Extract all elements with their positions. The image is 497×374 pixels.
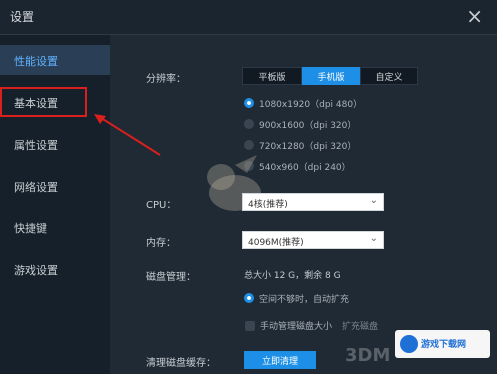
tab-tablet[interactable]: 平板版 <box>242 67 302 85</box>
sidebar-item-label: 网络设置 <box>14 181 58 194</box>
sidebar-item-label: 属性设置 <box>14 139 58 152</box>
clear-cache-button[interactable]: 立即清理 <box>244 351 316 369</box>
chevron-down-icon: ⌄ <box>369 233 378 244</box>
sidebar-item-performance[interactable]: 性能设置 <box>0 45 110 75</box>
chevron-down-icon: ⌄ <box>369 195 378 206</box>
memory-value: 4096M(推荐) <box>248 238 304 248</box>
sidebar-item-game[interactable]: 游戏设置 <box>0 254 110 284</box>
annotation-arrow-icon <box>94 114 161 156</box>
memory-select[interactable]: 4096M(推荐) ⌄ <box>242 231 384 249</box>
disk-summary: 总大小 12 G，剩余 8 G <box>244 271 341 281</box>
cpu-select[interactable]: 4核(推荐) ⌄ <box>242 193 384 211</box>
brand-text: 游戏下载网 <box>421 340 467 350</box>
sidebar-item-label: 快捷键 <box>14 222 47 235</box>
expand-disk-button[interactable]: 扩充磁盘 <box>342 319 378 332</box>
sidebar-item-network[interactable]: 网络设置 <box>0 171 110 201</box>
sidebar: 性能设置 基本设置 属性设置 网络设置 快捷键 游戏设置 <box>0 35 110 374</box>
disk-manual-checkbox[interactable] <box>245 321 255 331</box>
tab-phone[interactable]: 手机版 <box>302 67 360 85</box>
window-title: 设置 <box>10 10 35 24</box>
radio-icon <box>244 119 254 129</box>
memory-label: 内存： <box>146 238 176 249</box>
sidebar-item-basic[interactable]: 基本设置 <box>0 87 87 117</box>
cache-label: 清理磁盘缓存： <box>146 358 216 369</box>
sidebar-item-hotkeys[interactable]: 快捷键 <box>0 212 110 242</box>
close-icon[interactable]: × <box>466 4 483 28</box>
sidebar-item-label: 游戏设置 <box>14 264 58 277</box>
brand-watermark: 游戏下载网 <box>395 330 490 358</box>
resolution-label: 分辨率： <box>146 74 186 85</box>
tab-custom[interactable]: 自定义 <box>360 67 418 85</box>
brand-logo-icon <box>400 335 418 353</box>
cpu-value: 4核(推荐) <box>248 200 288 210</box>
sidebar-item-label: 性能设置 <box>14 55 58 68</box>
title-bar: 设置 × <box>0 0 497 35</box>
sidebar-item-label: 基本设置 <box>14 97 58 110</box>
radio-checked-icon <box>244 293 254 303</box>
disk-label: 磁盘管理： <box>146 272 196 283</box>
disk-manual-label: 手动管理磁盘大小 <box>260 322 333 332</box>
radio-checked-icon <box>244 98 254 108</box>
radio-icon <box>244 140 254 150</box>
watermark-text: 3DM <box>345 345 391 366</box>
cpu-label: CPU： <box>146 200 177 211</box>
